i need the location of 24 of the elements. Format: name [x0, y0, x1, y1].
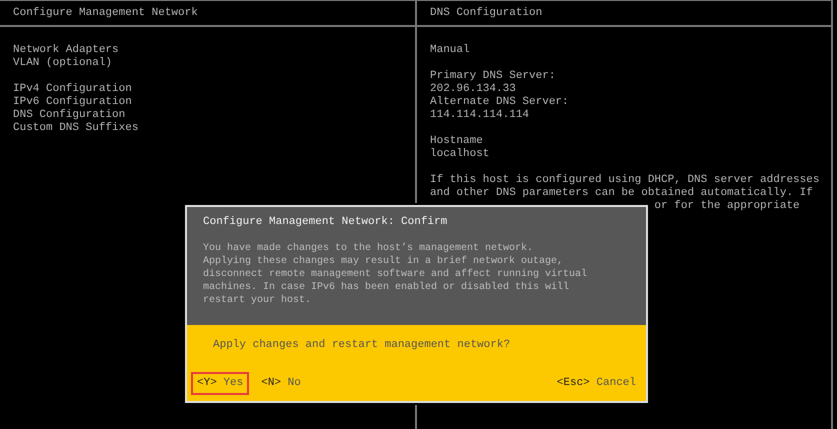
panel-title: DNS Configuration — [417, 1, 831, 27]
dialog-button[interactable]: <Y> Yes — [191, 372, 250, 395]
field-value: 114.114.114.114 — [430, 109, 530, 122]
menu-item[interactable]: IPv6 Configuration — [13, 96, 402, 109]
description-line: If this host is configured using DHCP, DNS server addresses — [430, 174, 818, 187]
menu-item[interactable]: DNS Configuration — [13, 109, 402, 122]
menu-item[interactable]: VLAN (optional) — [13, 57, 402, 70]
panel-title: Configure Management Network — [0, 1, 415, 27]
menu-item[interactable]: IPv4 Configuration — [13, 83, 402, 96]
description-line: and other DNS parameters can be obtained automatically. If — [430, 187, 814, 200]
field-label: Hostname — [430, 135, 484, 148]
field-value: localhost — [430, 148, 490, 161]
dialog-question: Apply changes and restart management network? — [212, 339, 512, 352]
field-value: 202.96.134.33 — [430, 83, 517, 96]
dialog-title: Configure Management Network: Confirm — [203, 216, 448, 229]
dialog-button[interactable]: <N> No — [255, 372, 307, 395]
dialog-message: You have made changes to the host’s management network. Applying these changes may result in a brief network outage, disconnect remote management software and affect running virtual machines. In case IPv6 has been enabled or disabled this will restart your host. — [203, 242, 588, 307]
menu-item[interactable]: Network Adapters — [13, 44, 402, 57]
dialog-button[interactable]: <Esc> Cancel — [550, 372, 642, 395]
field-label: Alternate DNS Server: — [430, 96, 570, 109]
description-line: or for the appropriate — [654, 200, 801, 213]
menu-item[interactable]: Custom DNS Suffixes — [13, 122, 402, 135]
dns-mode: Manual — [430, 44, 471, 57]
field-label: Primary DNS Server: — [430, 70, 556, 83]
